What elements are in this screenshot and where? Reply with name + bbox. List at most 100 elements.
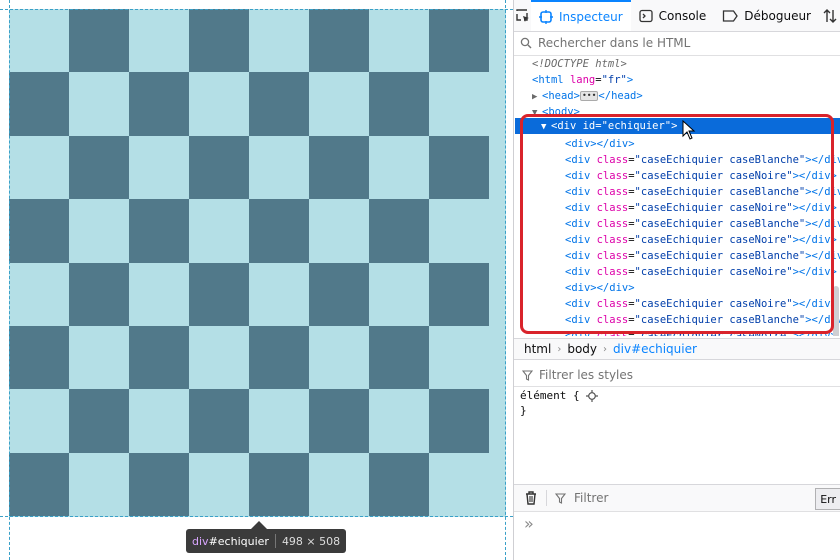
chevron-right-icon: › xyxy=(603,343,608,355)
tree-child-node[interactable]: <div class="caseEchiquier caseBlanche"><… xyxy=(565,216,840,232)
board-square-light xyxy=(129,9,189,73)
tree-child-node[interactable]: <div class="caseEchiquier caseNoire"></d… xyxy=(565,328,837,336)
filter-icon xyxy=(522,369,533,381)
board-square-dark xyxy=(369,199,429,263)
board-square-dark xyxy=(69,389,129,453)
board-square-light xyxy=(369,389,429,453)
network-tab-partial[interactable] xyxy=(819,0,840,31)
board-square-light xyxy=(249,262,309,326)
board-square-dark xyxy=(189,135,249,200)
board-square-light xyxy=(309,325,369,390)
element-rule-close: } xyxy=(520,404,527,417)
board-square-dark xyxy=(9,199,69,263)
infobar-separator xyxy=(274,534,276,548)
expand-triangle-icon[interactable]: ▶ xyxy=(532,89,542,105)
console-filter-input[interactable]: Filtrer xyxy=(574,491,608,505)
board-square-dark xyxy=(369,325,429,390)
board-square-dark xyxy=(129,325,189,390)
class-value: "caseEchiquier caseNoire" xyxy=(634,330,793,336)
tab-console-label: Console xyxy=(658,8,707,23)
errors-filter-button[interactable]: Err xyxy=(815,488,840,510)
guide-right xyxy=(505,0,506,560)
board-square-light xyxy=(369,262,429,326)
board-square-light xyxy=(9,135,69,200)
board-square-dark xyxy=(129,452,189,516)
board-square-light xyxy=(189,199,249,263)
guide-top xyxy=(0,9,513,10)
chevron-right-icon: › xyxy=(557,343,562,355)
tree-child-node[interactable]: <div class="caseEchiquier caseNoire"></d… xyxy=(565,264,837,280)
tree-selected-row[interactable]: ▼ <div id="echiquier"> xyxy=(515,118,840,134)
tree-child-node[interactable]: <div class="caseEchiquier caseNoire"></d… xyxy=(565,200,837,216)
collapse-triangle-icon[interactable]: ▼ xyxy=(541,119,551,135)
board-square-light xyxy=(129,389,189,453)
tree-child-node[interactable]: <div class="caseEchiquier caseBlanche"><… xyxy=(565,184,840,200)
board-square-dark xyxy=(9,325,69,390)
html-search-bar[interactable]: Rechercher dans le HTML xyxy=(514,31,840,56)
mouse-cursor-icon xyxy=(682,120,696,140)
console-icon xyxy=(638,9,653,22)
breadcrumb-div-echiquier[interactable]: div#echiquier xyxy=(613,342,697,356)
chessboard xyxy=(9,9,489,516)
class-value: "caseEchiquier caseBlanche" xyxy=(634,314,806,326)
class-value: "caseEchiquier caseNoire" xyxy=(634,170,793,182)
breadcrumb: html › body › div#echiquier xyxy=(514,338,840,360)
board-square-light xyxy=(129,135,189,200)
tree-child-node[interactable]: <div class="caseEchiquier caseBlanche"><… xyxy=(565,248,840,264)
tree-scrollbar[interactable] xyxy=(833,286,839,336)
board-square-light xyxy=(429,325,489,390)
tab-inspector[interactable]: Inspecteur xyxy=(531,0,631,31)
class-value: "caseEchiquier caseBlanche" xyxy=(634,154,806,166)
board-square-dark xyxy=(129,72,189,136)
tree-child-node[interactable]: <div></div> xyxy=(565,280,635,296)
guide-left xyxy=(9,0,10,560)
board-square-light xyxy=(9,262,69,326)
tab-inspector-label: Inspecteur xyxy=(559,9,623,24)
toolbar-separator xyxy=(546,490,547,506)
tree-child-node[interactable]: <div class="caseEchiquier caseNoire"></d… xyxy=(565,296,837,312)
breadcrumb-html[interactable]: html xyxy=(524,342,551,356)
board-square-light xyxy=(189,325,249,390)
element-picker-button[interactable] xyxy=(514,0,531,31)
board-square-dark xyxy=(249,452,309,516)
styles-filter-bar[interactable]: Filtrer les styles xyxy=(514,364,840,387)
board-square-light xyxy=(309,199,369,263)
breadcrumb-body[interactable]: body xyxy=(567,342,597,356)
tree-child-node[interactable]: <div class="caseEchiquier caseNoire"></d… xyxy=(565,232,837,248)
board-square-light xyxy=(9,389,69,453)
console-prompt[interactable]: » xyxy=(524,514,534,533)
trash-icon[interactable] xyxy=(524,490,538,506)
board-square-light xyxy=(189,452,249,516)
console-toolbar: Filtrer Err xyxy=(514,484,840,512)
class-value: "caseEchiquier caseNoire" xyxy=(634,234,793,246)
tree-echiquier-node: ▼ <div id="echiquier"> xyxy=(541,118,677,134)
collapsed-ellipsis-icon[interactable]: ••• xyxy=(579,91,599,101)
tree-child-node[interactable]: <div class="caseEchiquier caseBlanche"><… xyxy=(565,312,840,328)
tree-head-node[interactable]: ▶ <head> ••• </head> xyxy=(532,88,643,104)
board-square-dark xyxy=(309,262,369,326)
board-square-light xyxy=(9,9,69,73)
board-square-light xyxy=(309,72,369,136)
class-value: "caseEchiquier caseBlanche" xyxy=(634,186,806,198)
tab-debugger-label: Débogueur xyxy=(744,8,811,23)
devtools-panel: Inspecteur Console Débogueur Rechercher … xyxy=(513,0,840,560)
element-infobar: div#echiquier 498 × 508 xyxy=(186,529,347,553)
tab-debugger[interactable]: Débogueur xyxy=(714,0,819,31)
tree-doctype[interactable]: <!DOCTYPE html> xyxy=(532,56,627,72)
tree-child-node[interactable]: <div class="caseEchiquier caseNoire"></d… xyxy=(565,168,837,184)
target-icon[interactable] xyxy=(586,390,599,402)
board-square-dark xyxy=(249,199,309,263)
tree-child-node[interactable]: <div class="caseEchiquier caseBlanche"><… xyxy=(565,152,840,168)
board-square-light xyxy=(189,72,249,136)
tree-child-node[interactable]: <div></div> xyxy=(565,136,635,152)
element-rule[interactable]: élément { xyxy=(520,388,599,403)
board-square-dark xyxy=(309,389,369,453)
tab-console[interactable]: Console xyxy=(631,0,715,31)
board-square-dark xyxy=(69,9,129,73)
board-square-dark xyxy=(189,262,249,326)
board-square-dark xyxy=(9,72,69,136)
board-square-dark xyxy=(249,325,309,390)
board-square-dark xyxy=(189,389,249,453)
board-square-dark xyxy=(189,9,249,73)
tree-html-node[interactable]: <html lang="fr"> xyxy=(532,72,633,88)
